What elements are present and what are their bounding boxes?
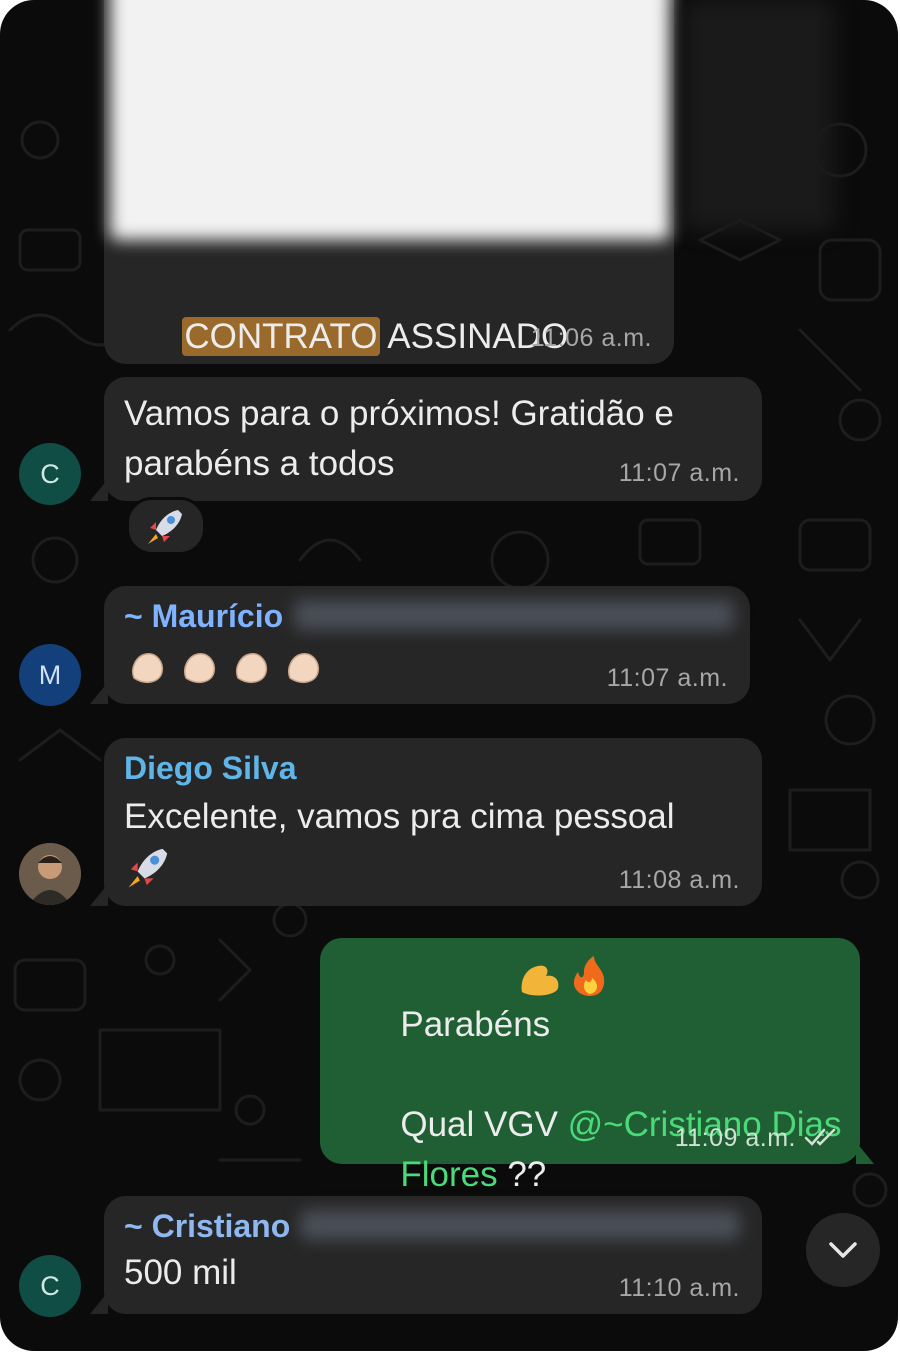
message-time: 11:06 a.m. bbox=[530, 324, 652, 352]
message-mauricio[interactable]: ~ Maurício 11:07 a.m. bbox=[90, 586, 750, 704]
clapping-hands-emoji bbox=[132, 653, 320, 684]
double-check-icon bbox=[804, 1128, 836, 1146]
message-contract[interactable]: CONTRATO ASSINADO 11:06 a.m. bbox=[104, 0, 834, 364]
sender-name[interactable]: Diego Silva bbox=[124, 750, 297, 787]
rocket-emoji bbox=[148, 510, 182, 544]
profile-photo-icon bbox=[19, 843, 81, 905]
chat-screen: CONTRATO ASSINADO 11:06 a.m. C Vamos par… bbox=[0, 0, 898, 1351]
sender-name[interactable]: ~ Cristiano bbox=[124, 1208, 290, 1245]
sender-name[interactable]: ~ Maurício bbox=[124, 598, 283, 635]
rocket-emoji bbox=[128, 848, 168, 888]
message-time: 11:09 a.m. bbox=[674, 1124, 796, 1152]
message-outgoing[interactable]: Parabéns Qual VGV @~Cristiano Dias Flore… bbox=[320, 938, 874, 1194]
media-image-dark-edge bbox=[684, 0, 834, 230]
scroll-to-bottom-button[interactable] bbox=[806, 1213, 880, 1287]
avatar[interactable]: C bbox=[19, 1255, 81, 1317]
message-time: 11:08 a.m. bbox=[618, 866, 740, 894]
reaction-badge[interactable] bbox=[126, 497, 206, 555]
message-time: 11:07 a.m. bbox=[606, 664, 728, 692]
message-text: Parabéns bbox=[400, 1005, 551, 1044]
message-time: 11:10 a.m. bbox=[618, 1274, 740, 1302]
bubble-tail bbox=[856, 1142, 874, 1164]
avatar[interactable]: C bbox=[19, 443, 81, 505]
avatar-initial: C bbox=[40, 1270, 60, 1301]
avatar-initial: C bbox=[40, 458, 60, 489]
bubble-tail bbox=[90, 682, 108, 704]
message-text: Excelente, vamos pra cima pessoal bbox=[124, 797, 675, 836]
message-cristiano[interactable]: ~ Cristiano 500 mil 11:10 a.m. bbox=[90, 1196, 762, 1314]
flexed-biceps-and-fire-emoji bbox=[521, 956, 605, 996]
message-time: 11:07 a.m. bbox=[618, 459, 740, 487]
bubble-tail bbox=[90, 1292, 108, 1314]
highlighted-word: CONTRATO bbox=[182, 317, 380, 356]
chevron-down-icon bbox=[829, 1242, 857, 1258]
bubble-tail bbox=[90, 479, 108, 501]
avatar-initial: M bbox=[38, 659, 62, 690]
mention-link[interactable]: Flores bbox=[400, 1155, 497, 1194]
message-diego[interactable]: Diego Silva Excelente, vamos pra cima pe… bbox=[90, 738, 762, 906]
sender-phone-redacted bbox=[300, 1210, 740, 1240]
sender-phone-redacted bbox=[294, 600, 734, 630]
avatar-photo[interactable] bbox=[19, 843, 81, 905]
message-text: ?? bbox=[497, 1155, 547, 1194]
message-c1[interactable]: Vamos para o próximos! Gratidão e parabé… bbox=[90, 377, 762, 501]
message-text: 500 mil bbox=[124, 1253, 237, 1292]
avatar[interactable]: M bbox=[19, 644, 81, 706]
bubble-tail bbox=[90, 884, 108, 906]
media-image[interactable] bbox=[110, 0, 670, 240]
